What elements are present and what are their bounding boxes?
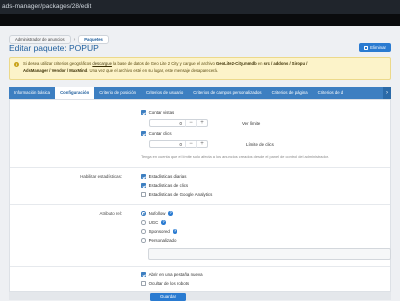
views-limit-value[interactable]: 0 [150, 121, 185, 126]
trash-icon [364, 45, 369, 50]
stats-ga-label: Estadísticas de Google Analytics [148, 192, 213, 197]
stats-clicks-checkbox[interactable]: Estadísticas de clics [141, 183, 188, 188]
section-divider [10, 266, 390, 267]
count-views-checkbox[interactable]: Contar vistas [141, 110, 174, 115]
form-footer [9, 292, 391, 300]
count-clicks-checkbox[interactable]: Contar clics [141, 131, 172, 136]
help-icon[interactable]: ? [168, 211, 174, 216]
radio-icon [141, 238, 146, 243]
rel-custom-input[interactable] [148, 248, 391, 260]
rel-sponsored-radio[interactable]: Sponsored ? [141, 229, 178, 234]
url-text[interactable]: ads-manager/packages/28/edit [2, 3, 91, 10]
stats-clicks-label: Estadísticas de clics [148, 183, 189, 188]
delete-button[interactable]: Eliminar [359, 43, 391, 52]
notice-line-2: AdsManager / Vendor / MaxMind. Una vez q… [23, 68, 384, 75]
rel-nofollow-label: Nofollow [148, 211, 166, 216]
rel-nofollow-radio[interactable]: Nofollow ? [141, 211, 174, 216]
notice-text: en [256, 61, 264, 66]
new-tab-label: Abrir en una pestaña nueva [148, 272, 203, 277]
count-clicks-label: Contar clics [148, 131, 172, 136]
tab-bar: Información básica Configuración Criteri… [9, 87, 391, 99]
stats-daily-label: Estadísticas diarias [148, 174, 187, 179]
breadcrumb-separator-icon: › [73, 36, 76, 43]
hide-robots-checkbox[interactable]: Ocultar de los robots [141, 281, 189, 286]
notice-text: Si desea utilizar criterios geográficos [23, 61, 93, 66]
limit-hint: Tenga en cuenta que el límite solo afect… [141, 154, 329, 159]
notice-path: AdsManager / Vendor / MaxMind [23, 67, 88, 73]
rel-sponsored-label: Sponsored [148, 229, 170, 234]
notice-filename: GeoLite2-City.mmdb [215, 61, 257, 66]
tab-configuration[interactable]: Configuración [55, 87, 95, 99]
checkbox-unchecked-icon [141, 192, 146, 197]
rel-custom-radio[interactable]: Personalizado [141, 238, 176, 243]
help-icon[interactable]: ? [172, 229, 178, 234]
checkbox-unchecked-icon [141, 281, 146, 286]
checkbox-checked-icon [141, 174, 146, 179]
tab-user-criteria[interactable]: Criterios de usuario [141, 87, 188, 99]
notice-path: src / addons / Siropu / [263, 61, 308, 66]
browser-url-bar[interactable]: ads-manager/packages/28/edit [0, 0, 400, 14]
notice-text: la base de datos de Geo Lite 2 City y ca… [111, 61, 216, 66]
clicks-limit-stepper[interactable]: 0 − + [149, 140, 208, 148]
stats-label: Habilitar estadísticas: [80, 174, 122, 179]
tab-position-criteria[interactable]: Criterio de posición [94, 87, 141, 99]
tab-basic-info[interactable]: Información básica [9, 87, 55, 99]
rel-label: Atributo rel: [99, 211, 122, 216]
radio-selected-icon [141, 211, 146, 216]
rel-ugc-radio[interactable]: UGC ? [141, 220, 166, 225]
checkbox-checked-icon [141, 131, 146, 136]
clicks-limit-suffix: Límite de clics [246, 141, 274, 147]
radio-icon [141, 229, 146, 234]
warning-icon: ! [14, 62, 19, 67]
minus-icon[interactable]: − [185, 140, 196, 148]
minus-icon[interactable]: − [185, 119, 196, 127]
delete-button-label: Eliminar [370, 45, 386, 50]
tab-more-criteria[interactable]: Criterios de d [313, 87, 349, 99]
hide-robots-label: Ocultar de los robots [148, 281, 190, 286]
section-divider [10, 167, 390, 168]
page-title: Editar paquete: POPUP [9, 43, 99, 53]
help-icon[interactable]: ? [161, 220, 166, 225]
section-divider [10, 204, 390, 205]
rel-ugc-label: UGC [148, 220, 159, 225]
clicks-limit-value[interactable]: 0 [150, 142, 185, 147]
plus-icon[interactable]: + [196, 119, 207, 127]
app-top-bar [0, 14, 400, 26]
checkbox-checked-icon [141, 183, 146, 188]
stats-ga-checkbox[interactable]: Estadísticas de Google Analytics [141, 192, 212, 197]
notice-text: . Una vez que el archivo esté en su luga… [87, 67, 219, 73]
tab-page-criteria[interactable]: Criterios de página [267, 87, 313, 99]
checkbox-checked-icon [141, 272, 146, 277]
stats-daily-checkbox[interactable]: Estadísticas diarias [141, 174, 186, 179]
views-limit-suffix: Ver límite [242, 120, 261, 126]
checkbox-checked-icon [141, 110, 146, 115]
geo-notice: ! Si desea utilizar criterios geográfico… [9, 57, 391, 80]
plus-icon[interactable]: + [196, 140, 207, 148]
new-tab-checkbox[interactable]: Abrir en una pestaña nueva [141, 272, 203, 277]
rel-custom-label: Personalizado [148, 238, 177, 243]
tab-custom-field-criteria[interactable]: Criterios de campos personalizados [188, 87, 266, 99]
views-limit-stepper[interactable]: 0 − + [149, 119, 208, 127]
notice-download-link[interactable]: descargue [92, 61, 112, 66]
tab-scroll-right-icon[interactable]: › [383, 87, 391, 99]
settings-panel: Contar vistas 0 − + Ver límite Contar cl… [9, 99, 391, 292]
count-views-label: Contar vistas [148, 110, 175, 115]
radio-icon [141, 220, 146, 225]
